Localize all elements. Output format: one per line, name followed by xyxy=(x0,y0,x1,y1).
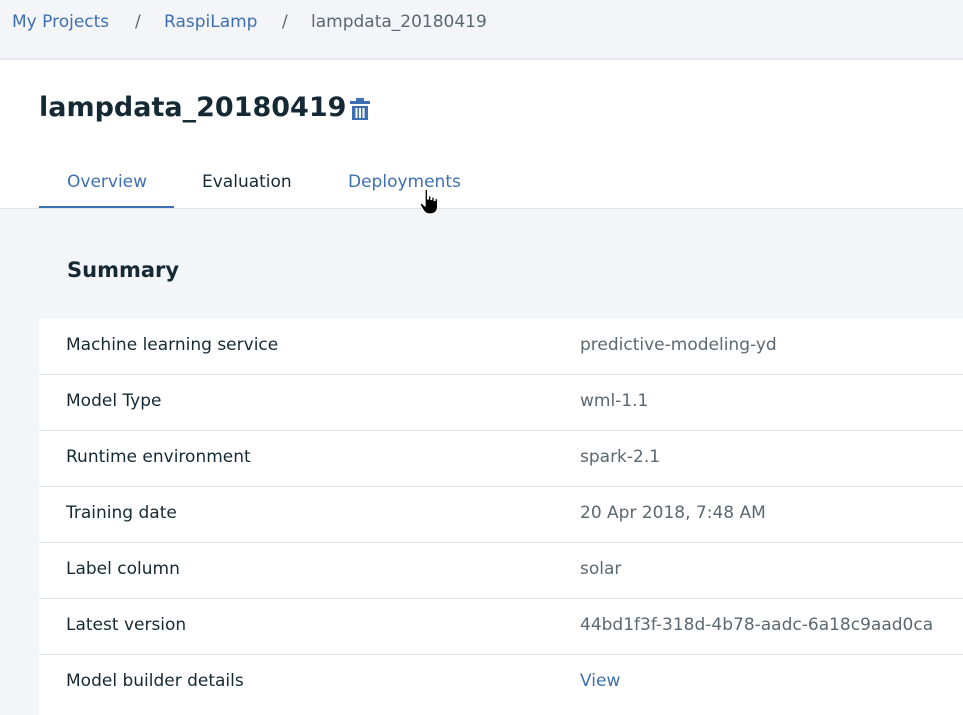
breadcrumb-raspilamp-link[interactable]: RaspiLamp xyxy=(164,11,257,33)
breadcrumb-current: lampdata_20180419 xyxy=(311,12,487,32)
summary-table: Machine learning service predictive-mode… xyxy=(39,319,963,715)
row-value-model-type: wml-1.1 xyxy=(580,391,649,411)
row-value-training-date: 20 Apr 2018, 7:48 AM xyxy=(580,503,766,523)
summary-title: Summary xyxy=(67,258,180,282)
page-title: lampdata_20180419 xyxy=(39,92,347,123)
breadcrumb: My Projects / RaspiLamp / lampdata_20180… xyxy=(0,0,963,60)
row-label-model-builder: Model builder details xyxy=(66,671,244,691)
table-row: Latest version 44bd1f3f-318d-4b78-aadc-6… xyxy=(39,599,963,655)
breadcrumb-separator: / xyxy=(282,12,288,32)
row-label-ml-service: Machine learning service xyxy=(66,335,279,355)
table-row: Machine learning service predictive-mode… xyxy=(39,319,963,375)
row-label-training-date: Training date xyxy=(66,503,177,523)
row-label-latest-version: Latest version xyxy=(66,615,187,635)
tab-evaluation[interactable]: Evaluation xyxy=(202,170,292,194)
table-row: Model builder details View xyxy=(39,655,963,715)
breadcrumb-separator: / xyxy=(135,12,141,32)
row-label-runtime: Runtime environment xyxy=(66,447,251,467)
table-row: Model Type wml-1.1 xyxy=(39,375,963,431)
row-value-runtime: spark-2.1 xyxy=(580,447,661,467)
row-value-label-column: solar xyxy=(580,559,622,579)
row-value-ml-service: predictive-modeling-yd xyxy=(580,335,777,355)
table-row: Training date 20 Apr 2018, 7:48 AM xyxy=(39,487,963,543)
trash-icon[interactable] xyxy=(349,97,371,121)
breadcrumb-my-projects-link[interactable]: My Projects xyxy=(12,11,109,33)
table-row: Runtime environment spark-2.1 xyxy=(39,431,963,487)
tab-overview[interactable]: Overview xyxy=(67,170,147,194)
tab-deployments[interactable]: Deployments xyxy=(348,170,461,194)
hand-pointer-cursor-icon xyxy=(419,188,439,215)
row-label-model-type: Model Type xyxy=(66,391,162,411)
model-header: lampdata_20180419 Overview Evaluation De… xyxy=(0,60,963,209)
view-model-builder-link[interactable]: View xyxy=(580,669,620,693)
table-row: Label column solar xyxy=(39,543,963,599)
row-label-label-column: Label column xyxy=(66,559,180,579)
row-value-latest-version: 44bd1f3f-318d-4b78-aadc-6a18c9aad0ca xyxy=(580,615,934,635)
active-tab-indicator xyxy=(39,206,174,208)
